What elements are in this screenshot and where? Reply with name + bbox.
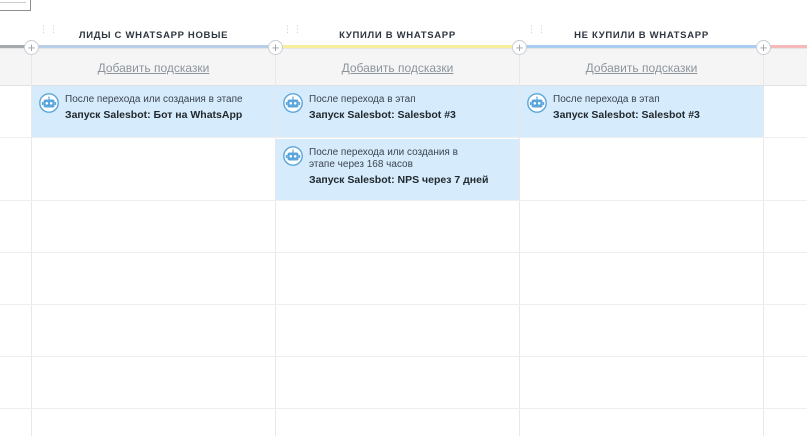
column-divider <box>763 49 764 436</box>
row-divider <box>0 356 807 357</box>
trigger-condition: После перехода в этап <box>309 94 416 105</box>
stage-title: НЕ КУПИЛИ В WHATSAPP <box>574 30 709 41</box>
trigger-action: Запуск Salesbot: Salesbot #3 <box>553 109 700 121</box>
add-hints-link[interactable]: Добавить подсказки <box>32 61 275 75</box>
stage-header-bought-whatsapp[interactable]: ⋮⋮ КУПИЛИ В WHATSAPP <box>276 21 519 48</box>
robot-icon <box>283 93 303 113</box>
trigger-card[interactable]: После перехода или создания в этапе чере… <box>276 139 519 200</box>
trigger-action: Запуск Salesbot: Бот на WhatsApp <box>65 109 243 121</box>
trigger-card[interactable]: После перехода в этап Запуск Salesbot: S… <box>276 86 519 137</box>
row-divider <box>0 200 807 201</box>
stage-header-leads-whatsapp-new[interactable]: ⋮⋮ ЛИДЫ С WHATSAPP НОВЫЕ <box>32 21 275 48</box>
add-stage-plus-icon[interactable]: + <box>756 40 771 55</box>
stage-title: КУПИЛИ В WHATSAPP <box>339 30 456 41</box>
pipeline-board: ⋮⋮ ЛИДЫ С WHATSAPP НОВЫЕ ⋮⋮ КУПИЛИ В WHA… <box>0 21 807 436</box>
add-hints-link[interactable]: Добавить подсказки <box>520 61 763 75</box>
trigger-card[interactable]: После перехода или создания в этапе Запу… <box>32 86 275 137</box>
robot-icon <box>39 93 59 113</box>
stage-color-line <box>32 45 275 48</box>
trigger-card[interactable]: После перехода в этап Запуск Salesbot: S… <box>520 86 763 137</box>
window-corner <box>0 0 31 11</box>
row-divider <box>0 252 807 253</box>
stage-header-not-bought-whatsapp[interactable]: ⋮⋮ НЕ КУПИЛИ В WHATSAPP <box>520 21 763 48</box>
robot-icon <box>527 93 547 113</box>
add-hints-link[interactable]: Добавить подсказки <box>276 61 519 75</box>
window-top-edge <box>0 0 807 18</box>
trigger-condition: После перехода или создания в этапе <box>65 94 243 105</box>
trigger-action: Запуск Salesbot: NPS через 7 дней <box>309 174 489 186</box>
stage-title: ЛИДЫ С WHATSAPP НОВЫЕ <box>78 30 229 41</box>
stage-color-line <box>520 45 763 48</box>
stage-header-row: ⋮⋮ ЛИДЫ С WHATSAPP НОВЫЕ ⋮⋮ КУПИЛИ В WHA… <box>0 21 807 49</box>
row-divider <box>0 137 807 138</box>
add-stage-plus-icon[interactable]: + <box>512 40 527 55</box>
trigger-condition-continued: этапе через 168 часов <box>309 159 413 170</box>
robot-icon <box>283 146 303 166</box>
trigger-condition: После перехода или создания в <box>309 147 458 158</box>
row-divider <box>0 304 807 305</box>
add-stage-plus-icon[interactable]: + <box>268 40 283 55</box>
row-divider <box>0 408 807 409</box>
trigger-condition: После перехода в этап <box>553 94 660 105</box>
add-stage-plus-icon[interactable]: + <box>24 40 39 55</box>
trigger-action: Запуск Salesbot: Salesbot #3 <box>309 109 456 121</box>
stage-color-line <box>276 45 519 48</box>
